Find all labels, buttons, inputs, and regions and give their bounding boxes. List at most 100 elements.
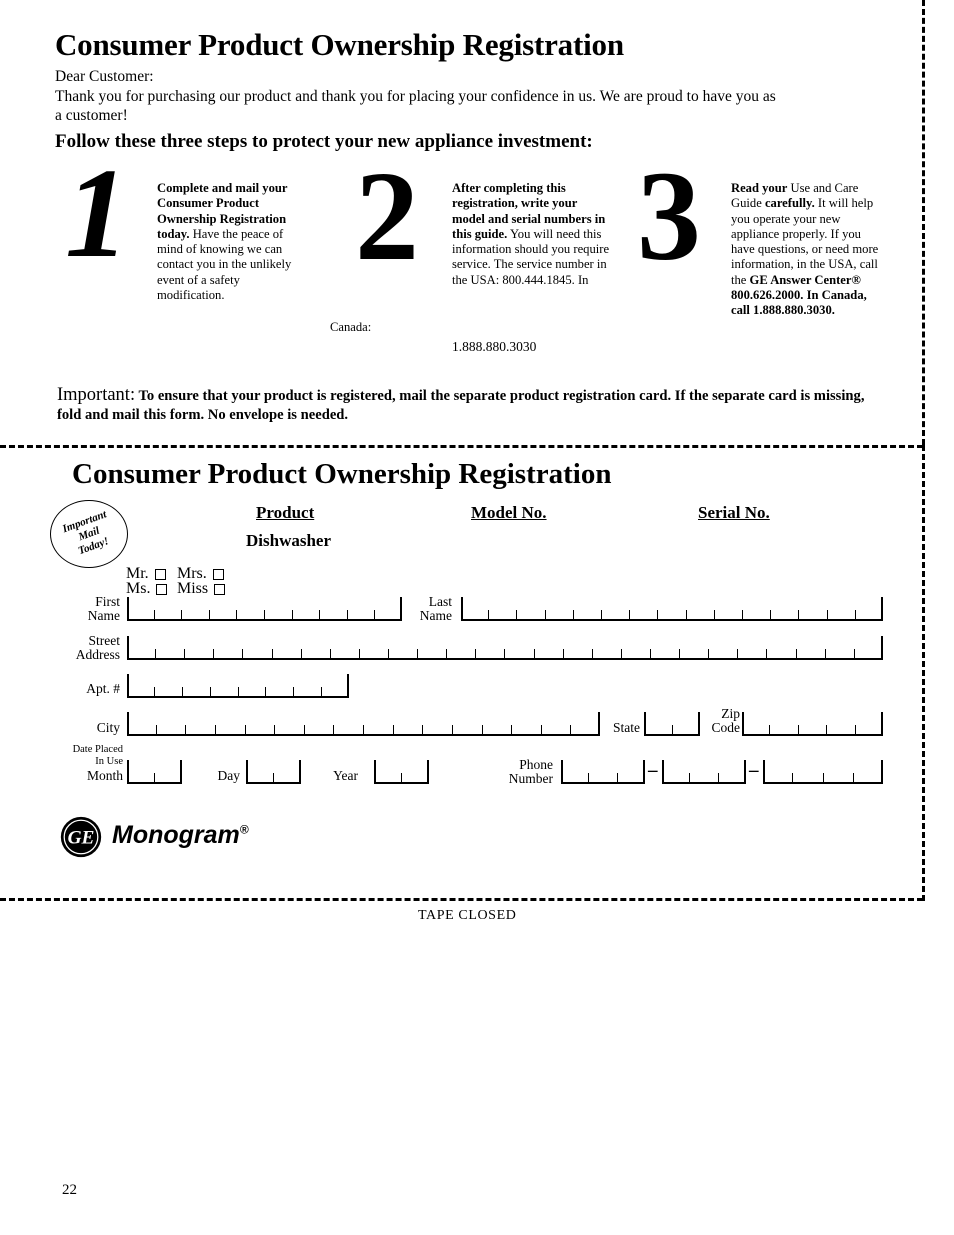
comb-cell xyxy=(243,649,273,658)
step-1-number: 1 xyxy=(65,142,129,284)
month-label: Month xyxy=(86,768,123,783)
ge-monogram-logo-mark: GE xyxy=(60,816,102,863)
step-3-bold-tail: GE Answer Center® 800.626.2000. In Canad… xyxy=(731,272,867,318)
street-address-label: Street Address xyxy=(75,633,120,662)
comb-cell xyxy=(127,687,155,696)
street-address-input[interactable] xyxy=(127,636,883,660)
comb-cell xyxy=(453,725,483,734)
comb-cell xyxy=(214,649,244,658)
comb-cell xyxy=(246,773,274,782)
comb-cell xyxy=(127,725,157,734)
apt-number-label: Apt. # xyxy=(86,681,120,696)
comb-cell xyxy=(275,725,305,734)
comb-cell xyxy=(517,610,546,619)
comb-cell xyxy=(630,610,659,619)
comb-cell xyxy=(246,725,276,734)
comb-cell xyxy=(658,610,687,619)
product-column-header: Product xyxy=(256,503,315,522)
comb-cell xyxy=(211,687,239,696)
comb-cell xyxy=(535,649,564,658)
city-input[interactable] xyxy=(127,712,600,736)
title-option-mrs-checkbox[interactable] xyxy=(212,568,224,580)
comb-cell xyxy=(622,649,651,658)
comb-cell xyxy=(715,610,744,619)
intro-paragraph: Thank you for purchasing our product and… xyxy=(55,88,776,124)
comb-cell xyxy=(374,773,402,782)
comb-cell xyxy=(662,773,691,782)
year-label: Year xyxy=(333,768,358,783)
comb-cell xyxy=(644,725,673,734)
comb-cell xyxy=(334,725,364,734)
comb-cell xyxy=(687,610,715,619)
comb-cell xyxy=(512,725,542,734)
comb-cell xyxy=(743,610,772,619)
comb-cell xyxy=(828,610,856,619)
page-title: Consumer Product Ownership Registration xyxy=(55,27,624,62)
day-label: Day xyxy=(217,768,241,783)
comb-cell xyxy=(322,687,349,696)
step-2-text: After completing this registration, writ… xyxy=(452,181,610,288)
step-3-bold-lead: Read your xyxy=(731,181,788,195)
title-option-ms-checkbox[interactable] xyxy=(156,583,168,595)
first-name-input[interactable] xyxy=(127,597,402,621)
comb-cell xyxy=(364,725,394,734)
comb-cell xyxy=(320,610,348,619)
comb-cell xyxy=(564,649,593,658)
comb-cell xyxy=(680,649,710,658)
state-label: State xyxy=(613,720,640,735)
comb-cell xyxy=(571,725,600,734)
zip-code-input[interactable] xyxy=(742,712,883,736)
comb-cell xyxy=(593,649,622,658)
last-name-label: Last Name xyxy=(419,594,452,623)
comb-cell xyxy=(182,610,210,619)
phone-separator-2: – xyxy=(749,760,759,781)
comb-cell xyxy=(709,649,739,658)
important-label: Important: xyxy=(57,385,136,405)
title-option-miss[interactable]: Miss xyxy=(177,580,226,598)
title-option-ms[interactable]: Ms. xyxy=(126,580,168,598)
comb-cell xyxy=(360,649,389,658)
city-label: City xyxy=(96,720,120,735)
phone-area-code-input[interactable] xyxy=(561,760,645,784)
cut-line-right-lower xyxy=(922,445,925,901)
comb-cell xyxy=(210,610,238,619)
phone-separator-1: – xyxy=(648,760,658,781)
comb-cell xyxy=(827,725,856,734)
follow-steps-heading: Follow these three steps to protect your… xyxy=(55,131,593,152)
phone-line-input[interactable] xyxy=(763,760,883,784)
comb-cell xyxy=(763,773,794,782)
comb-cell xyxy=(239,687,267,696)
comb-cell xyxy=(294,687,323,696)
month-input[interactable] xyxy=(127,760,182,784)
comb-cell xyxy=(799,725,828,734)
comb-cell xyxy=(273,649,302,658)
step-3-text: Read your Use and Care Guide carefully. … xyxy=(731,181,886,319)
comb-cell xyxy=(690,773,719,782)
step-3-number: 3 xyxy=(637,145,701,287)
last-name-input[interactable] xyxy=(461,597,883,621)
comb-cell xyxy=(673,725,701,734)
phone-prefix-input[interactable] xyxy=(662,760,746,784)
comb-cell xyxy=(186,725,216,734)
year-input[interactable] xyxy=(374,760,429,784)
title-option-miss-checkbox[interactable] xyxy=(214,583,226,595)
comb-cell xyxy=(265,610,293,619)
important-text: To ensure that your product is registere… xyxy=(57,388,865,423)
card-title: Consumer Product Ownership Registration xyxy=(72,458,612,490)
comb-cell xyxy=(156,649,186,658)
zip-code-label: Zip Code xyxy=(711,706,741,735)
comb-cell xyxy=(293,610,321,619)
comb-cell xyxy=(447,649,477,658)
comb-cell xyxy=(797,649,826,658)
comb-cell xyxy=(618,773,645,782)
state-input[interactable] xyxy=(644,712,700,736)
day-input[interactable] xyxy=(246,760,301,784)
comb-cell xyxy=(157,725,187,734)
comb-cell xyxy=(127,773,155,782)
registered-trademark-mark: ® xyxy=(239,822,249,837)
svg-text:GE: GE xyxy=(68,828,95,849)
apt-number-input[interactable] xyxy=(127,674,349,698)
salutation: Dear Customer: xyxy=(55,68,154,85)
title-option-mr-checkbox[interactable] xyxy=(154,568,166,580)
comb-cell xyxy=(476,649,506,658)
